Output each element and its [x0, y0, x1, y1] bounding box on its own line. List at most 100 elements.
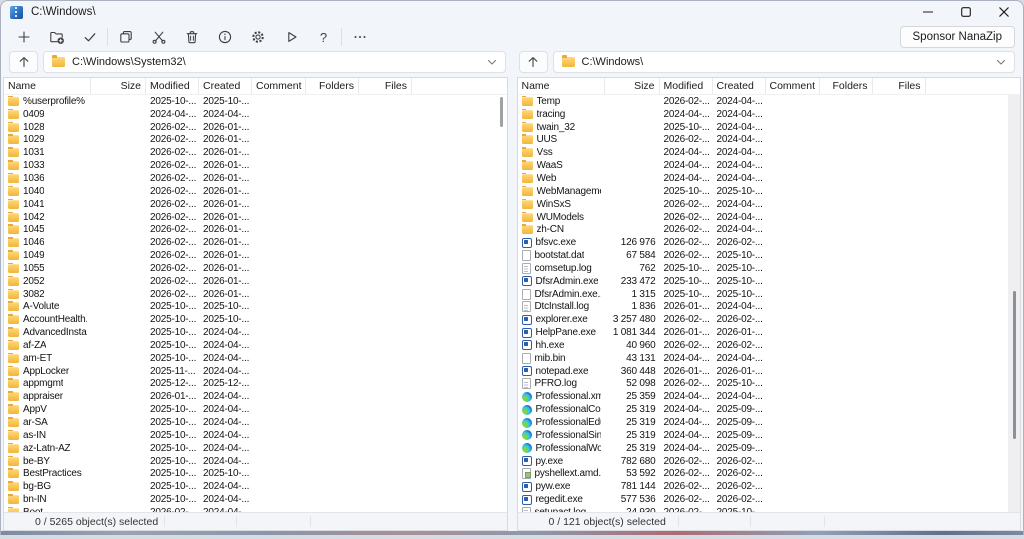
file-row[interactable]: Web2024-04-...2024-04-...	[518, 172, 1021, 185]
scrollbar-thumb[interactable]	[1013, 291, 1016, 439]
minimize-button[interactable]	[909, 1, 947, 23]
file-row[interactable]: AppV2025-10-...2024-04-...	[4, 403, 507, 416]
file-row[interactable]: DfsrAdmin.exe....1 3152025-10-...2025-10…	[518, 288, 1021, 301]
file-row[interactable]: UUS2026-02-...2024-04-...	[518, 134, 1021, 147]
more-button[interactable]	[343, 25, 376, 50]
column-size[interactable]: Size	[91, 78, 146, 94]
address-bar-right[interactable]: C:\Windows\	[553, 51, 1016, 73]
file-row[interactable]: regedit.exe577 5362026-02-...2026-02-...	[518, 493, 1021, 506]
file-row[interactable]: 10362026-02-...2026-01-...	[4, 172, 507, 185]
test-button[interactable]	[73, 25, 106, 50]
settings-button[interactable]	[241, 25, 274, 50]
file-row[interactable]: mib.bin43 1312024-04-...2024-04-...	[518, 352, 1021, 365]
file-row[interactable]: bn-IN2025-10-...2024-04-...	[4, 493, 507, 506]
scrollbar-track[interactable]	[1008, 95, 1020, 512]
file-row[interactable]: am-ET2025-10-...2024-04-...	[4, 352, 507, 365]
column-created[interactable]: Created	[713, 78, 766, 94]
file-row[interactable]: WUModels2026-02-...2024-04-...	[518, 211, 1021, 224]
file-row[interactable]: twain_322025-10-...2024-04-...	[518, 121, 1021, 134]
file-row[interactable]: AdvancedInstall...2025-10-...2024-04-...	[4, 326, 507, 339]
file-row[interactable]: DfsrAdmin.exe233 4722025-10-...2025-10-.…	[518, 275, 1021, 288]
file-row[interactable]: AppLocker2025-11-...2024-04-...	[4, 365, 507, 378]
file-row[interactable]: 10452026-02-...2026-01-...	[4, 223, 507, 236]
file-row[interactable]: 10422026-02-...2026-01-...	[4, 211, 507, 224]
file-row[interactable]: 20522026-02-...2026-01-...	[4, 275, 507, 288]
column-name[interactable]: Name	[518, 78, 605, 94]
file-row[interactable]: comsetup.log7622025-10-...2025-10-...	[518, 262, 1021, 275]
file-row[interactable]: az-Latn-AZ2025-10-...2024-04-...	[4, 442, 507, 455]
column-files[interactable]: Files	[873, 78, 926, 94]
column-modified[interactable]: Modified	[146, 78, 199, 94]
column-size[interactable]: Size	[605, 78, 660, 94]
file-row[interactable]: pyw.exe781 1442026-02-...2026-02-...	[518, 480, 1021, 493]
file-row[interactable]: BestPractices2025-10-...2025-10-...	[4, 467, 507, 480]
delete-button[interactable]	[175, 25, 208, 50]
file-row[interactable]: HelpPane.exe1 081 3442026-01-...2026-01-…	[518, 326, 1021, 339]
file-row[interactable]: PFRO.log52 0982026-02-...2025-10-...	[518, 378, 1021, 391]
help-button[interactable]: ?	[307, 25, 340, 50]
info-button[interactable]	[208, 25, 241, 50]
file-row[interactable]: 10312026-02-...2026-01-...	[4, 146, 507, 159]
column-comment[interactable]: Comment	[252, 78, 306, 94]
close-button[interactable]	[985, 1, 1023, 23]
column-created[interactable]: Created	[199, 78, 252, 94]
extract-button[interactable]	[40, 25, 73, 50]
scrollbar-thumb[interactable]	[500, 97, 503, 127]
address-bar-left[interactable]: C:\Windows\System32\	[43, 51, 506, 73]
maximize-button[interactable]	[947, 1, 985, 23]
file-row[interactable]: tracing2024-04-...2024-04-...	[518, 108, 1021, 121]
file-row[interactable]: as-IN2025-10-...2024-04-...	[4, 429, 507, 442]
file-row[interactable]: appmgmt2025-12-...2025-12-...	[4, 378, 507, 391]
column-modified[interactable]: Modified	[660, 78, 713, 94]
column-name[interactable]: Name	[4, 78, 91, 94]
file-row[interactable]: bfsvc.exe126 9762026-02-...2026-02-...	[518, 236, 1021, 249]
column-folders[interactable]: Folders	[306, 78, 359, 94]
file-row[interactable]: ProfessionalEdu...25 3192024-04-...2025-…	[518, 416, 1021, 429]
column-folders[interactable]: Folders	[820, 78, 873, 94]
file-row[interactable]: A-Volute2025-10-...2025-10-...	[4, 301, 507, 314]
file-row[interactable]: 10552026-02-...2026-01-...	[4, 262, 507, 275]
file-row[interactable]: 10282026-02-...2026-01-...	[4, 121, 507, 134]
copy-button[interactable]	[109, 25, 142, 50]
up-button-left[interactable]	[9, 51, 38, 73]
add-button[interactable]	[7, 25, 40, 50]
file-row[interactable]: be-BY2025-10-...2024-04-...	[4, 455, 507, 468]
file-row[interactable]: Temp2026-02-...2024-04-...	[518, 95, 1021, 108]
file-row[interactable]: 04092024-04-...2024-04-...	[4, 108, 507, 121]
file-row[interactable]: 10462026-02-...2026-01-...	[4, 236, 507, 249]
file-row[interactable]: WinSxS2026-02-...2024-04-...	[518, 198, 1021, 211]
file-row[interactable]: 10412026-02-...2026-01-...	[4, 198, 507, 211]
column-files[interactable]: Files	[359, 78, 412, 94]
chevron-down-icon[interactable]	[996, 59, 1006, 66]
file-row[interactable]: py.exe782 6802026-02-...2026-02-...	[518, 455, 1021, 468]
file-row[interactable]: zh-CN2026-02-...2024-04-...	[518, 223, 1021, 236]
move-button[interactable]	[142, 25, 175, 50]
file-row[interactable]: ProfessionalCou...25 3192024-04-...2025-…	[518, 403, 1021, 416]
file-row[interactable]: ar-SA2025-10-...2024-04-...	[4, 416, 507, 429]
file-row[interactable]: 30822026-02-...2026-01-...	[4, 288, 507, 301]
file-row[interactable]: appraiser2026-01-...2024-04-...	[4, 390, 507, 403]
file-row[interactable]: WebManageme...2025-10-...2025-10-...	[518, 185, 1021, 198]
file-row[interactable]: AccountHealth...2025-10-...2025-10-...	[4, 313, 507, 326]
file-row[interactable]: explorer.exe3 257 4802026-02-...2026-02-…	[518, 313, 1021, 326]
file-row[interactable]: %userprofile%2025-10-...2025-10-...	[4, 95, 507, 108]
sponsor-button[interactable]: Sponsor NanaZip	[900, 26, 1016, 48]
file-row[interactable]: WaaS2024-04-...2024-04-...	[518, 159, 1021, 172]
file-row[interactable]: 10332026-02-...2026-01-...	[4, 159, 507, 172]
file-row[interactable]: bg-BG2025-10-...2024-04-...	[4, 480, 507, 493]
file-row[interactable]: bootstat.dat67 5842026-02-...2025-10-...	[518, 249, 1021, 262]
file-row[interactable]: Vss2024-04-...2024-04-...	[518, 146, 1021, 159]
up-button-right[interactable]	[519, 51, 548, 73]
chevron-down-icon[interactable]	[487, 59, 497, 66]
file-row[interactable]: hh.exe40 9602026-02-...2026-02-...	[518, 339, 1021, 352]
file-row[interactable]: af-ZA2025-10-...2024-04-...	[4, 339, 507, 352]
file-row[interactable]: notepad.exe360 4482026-01-...2026-01-...	[518, 365, 1021, 378]
file-row[interactable]: DtcInstall.log1 8362026-01-...2024-04-..…	[518, 301, 1021, 314]
file-row[interactable]: ProfessionalWo...25 3192024-04-...2025-0…	[518, 442, 1021, 455]
file-row[interactable]: 10402026-02-...2026-01-...	[4, 185, 507, 198]
file-row[interactable]: Professional.xml25 3592024-04-...2024-04…	[518, 390, 1021, 403]
run-button[interactable]	[274, 25, 307, 50]
column-comment[interactable]: Comment	[766, 78, 820, 94]
file-row[interactable]: pyshellext.amd...53 5922026-02-...2026-0…	[518, 467, 1021, 480]
file-row[interactable]: 10292026-02-...2026-01-...	[4, 134, 507, 147]
